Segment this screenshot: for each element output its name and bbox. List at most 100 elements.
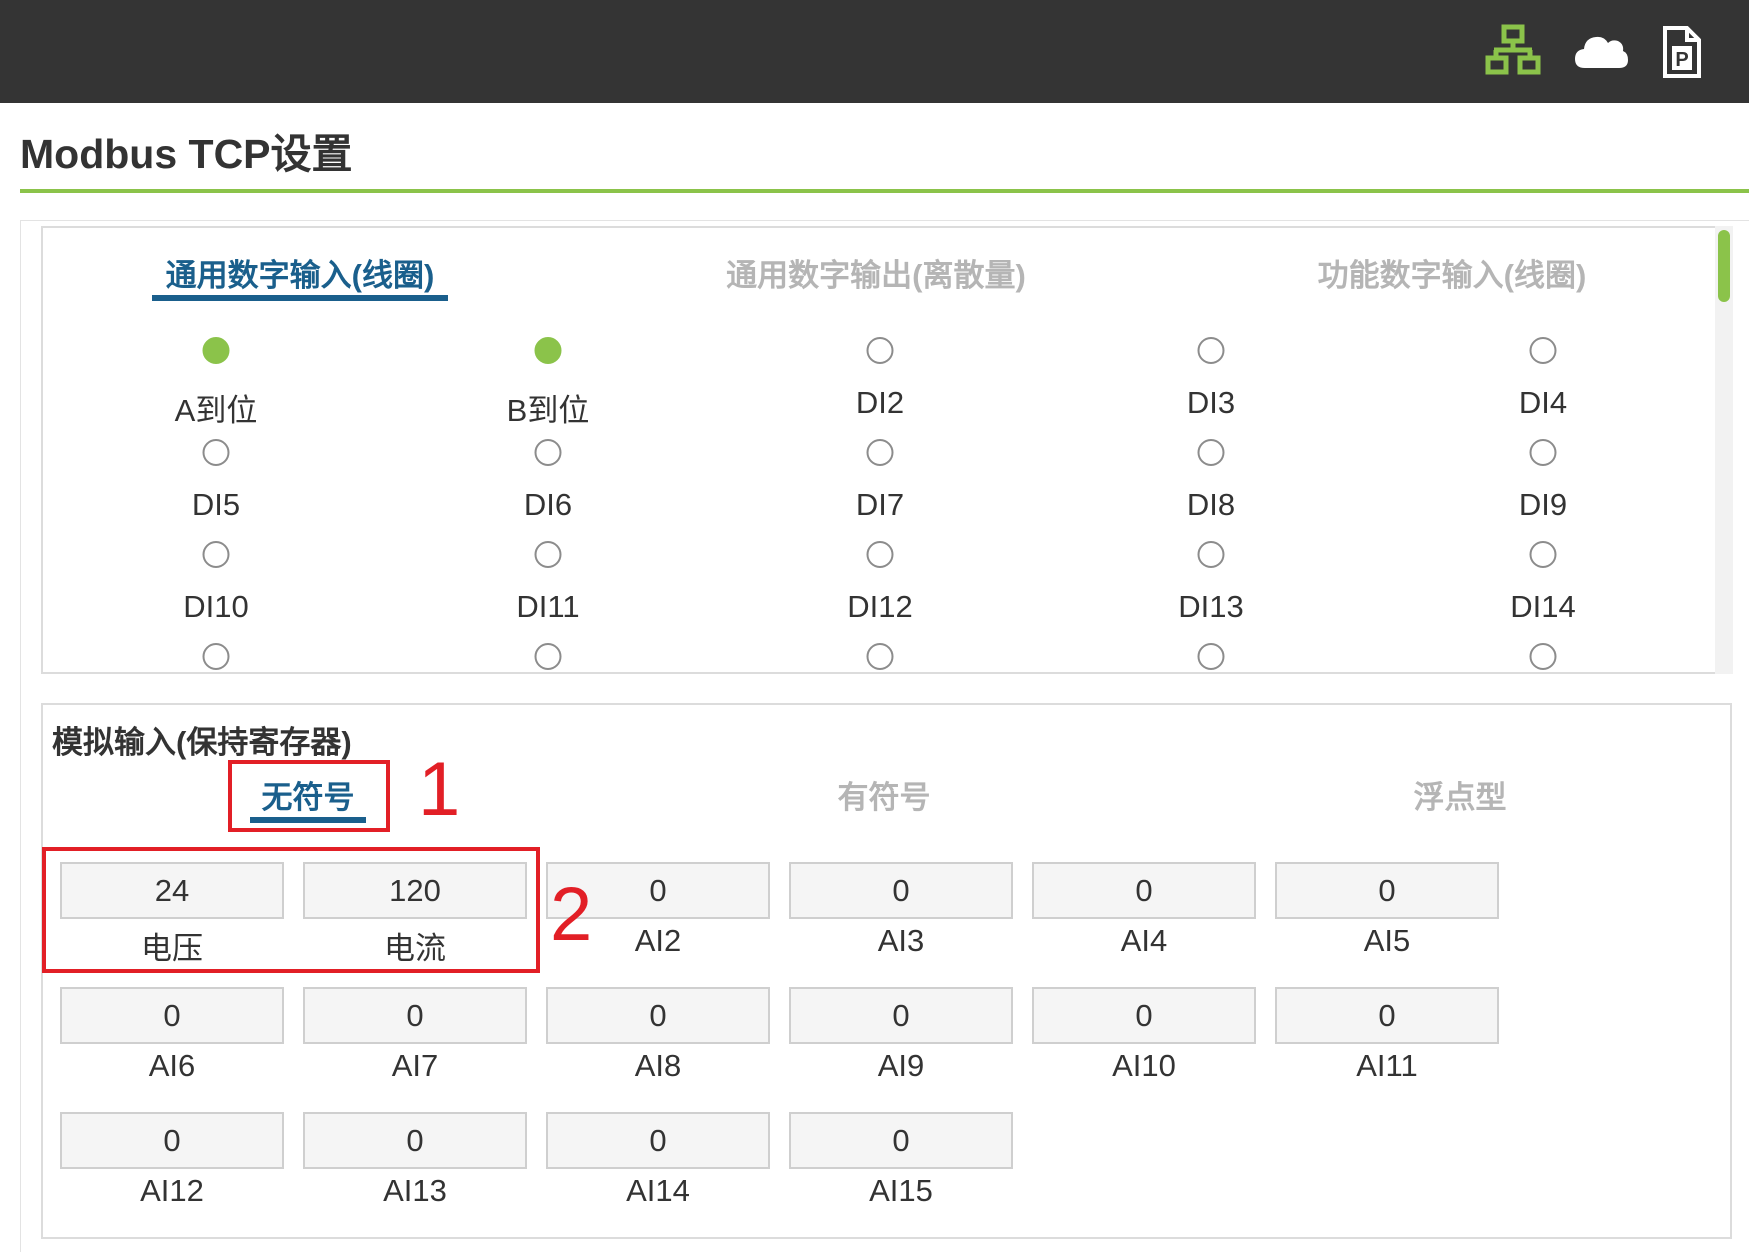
register-label: AI8 [634, 1048, 682, 1083]
radio-indicator-off[interactable] [866, 439, 894, 466]
register-value-field[interactable]: 0 [789, 987, 1013, 1044]
di-radio[interactable] [1529, 643, 1557, 675]
di-radio[interactable] [1197, 643, 1225, 675]
active-tab-underline [152, 295, 448, 301]
register-value-field[interactable]: 0 [60, 1112, 284, 1169]
radio-indicator-on[interactable] [534, 337, 562, 364]
radio-indicator-off[interactable] [1197, 337, 1225, 364]
radio-indicator-off[interactable] [1197, 643, 1225, 670]
annotation-number-1: 1 [418, 747, 461, 832]
radio-indicator-off[interactable] [534, 643, 562, 670]
di-radio[interactable] [1529, 541, 1557, 573]
radio-indicator-off[interactable] [534, 439, 562, 466]
di-label: DI10 [183, 589, 249, 624]
cloud-icon[interactable] [1573, 24, 1629, 80]
di-radio[interactable] [202, 337, 230, 369]
register-value-field[interactable]: 0 [303, 1112, 527, 1169]
di-radio[interactable] [534, 643, 562, 675]
register-label: AI4 [1120, 923, 1168, 958]
di-label: DI12 [847, 589, 913, 624]
radio-indicator-on[interactable] [202, 337, 230, 364]
radio-indicator-off[interactable] [866, 337, 894, 364]
tab-signed[interactable]: 有符号 [838, 772, 931, 817]
di-label: DI14 [1510, 589, 1576, 624]
di-label: B到位 [506, 393, 590, 428]
di-label: DI2 [855, 385, 905, 420]
radio-indicator-off[interactable] [1529, 541, 1557, 568]
tab-general-digital-input[interactable]: 通用数字输入(线圈) [166, 250, 435, 295]
radio-indicator-off[interactable] [1197, 541, 1225, 568]
di-radio[interactable] [1197, 439, 1225, 471]
annotation-box-1 [228, 760, 390, 832]
register-value-field[interactable]: 0 [1275, 987, 1499, 1044]
tab-general-digital-output[interactable]: 通用数字输出(离散量) [726, 250, 1026, 295]
network-icon[interactable] [1485, 24, 1541, 80]
di-radio[interactable] [1529, 439, 1557, 471]
radio-indicator-off[interactable] [866, 643, 894, 670]
register-label: AI6 [148, 1048, 196, 1083]
register-value-field[interactable]: 0 [1275, 862, 1499, 919]
register-value-field[interactable]: 0 [60, 987, 284, 1044]
di-radio[interactable] [866, 337, 894, 369]
top-toolbar: P [0, 0, 1749, 103]
scrollbar-thumb[interactable] [1718, 230, 1730, 302]
di-radio[interactable] [202, 643, 230, 675]
radio-indicator-off[interactable] [534, 541, 562, 568]
di-radio[interactable] [1529, 337, 1557, 369]
di-label: A到位 [174, 393, 258, 428]
radio-indicator-off[interactable] [1197, 439, 1225, 466]
di-radio[interactable] [1197, 337, 1225, 369]
di-radio[interactable] [866, 643, 894, 675]
title-divider [20, 189, 1749, 193]
register-value-field[interactable]: 0 [546, 1112, 770, 1169]
di-label: DI7 [855, 487, 905, 522]
di-label: DI9 [1518, 487, 1568, 522]
register-value-field[interactable]: 0 [789, 862, 1013, 919]
di-label: DI4 [1518, 385, 1568, 420]
di-label: DI8 [1186, 487, 1236, 522]
radio-indicator-off[interactable] [1529, 643, 1557, 670]
pdf-file-icon[interactable]: P [1653, 24, 1709, 80]
di-label: DI5 [191, 487, 241, 522]
analog-section-title: 模拟输入(保持寄存器) [52, 725, 352, 760]
page-title: Modbus TCP设置 [20, 131, 353, 177]
radio-indicator-off[interactable] [866, 541, 894, 568]
radio-indicator-off[interactable] [202, 643, 230, 670]
di-radio[interactable] [202, 439, 230, 471]
di-radio[interactable] [534, 337, 562, 369]
radio-indicator-off[interactable] [202, 541, 230, 568]
di-label: DI6 [523, 487, 573, 522]
di-label: DI3 [1186, 385, 1236, 420]
annotation-number-2: 2 [550, 872, 593, 957]
register-value-field[interactable]: 0 [1032, 862, 1256, 919]
register-label: AI10 [1112, 1048, 1176, 1083]
register-label: AI11 [1356, 1048, 1418, 1083]
tab-float[interactable]: 浮点型 [1414, 772, 1507, 817]
tab-function-digital-input[interactable]: 功能数字输入(线圈) [1318, 250, 1587, 295]
register-label: AI12 [140, 1173, 204, 1208]
annotation-box-2 [42, 847, 540, 973]
radio-indicator-off[interactable] [202, 439, 230, 466]
register-value-field[interactable]: 0 [546, 987, 770, 1044]
register-label: AI14 [626, 1173, 690, 1208]
register-label: AI3 [877, 923, 925, 958]
di-radio[interactable] [866, 439, 894, 471]
di-label: DI13 [1178, 589, 1244, 624]
di-radio[interactable] [866, 541, 894, 573]
radio-indicator-off[interactable] [1529, 337, 1557, 364]
svg-text:P: P [1675, 49, 1688, 71]
register-label: AI9 [877, 1048, 925, 1083]
di-radio[interactable] [534, 439, 562, 471]
di-label: DI11 [516, 589, 580, 624]
radio-indicator-off[interactable] [1529, 439, 1557, 466]
register-value-field[interactable]: 0 [1032, 987, 1256, 1044]
di-radio[interactable] [534, 541, 562, 573]
panel-scrollbar[interactable] [1715, 226, 1733, 674]
register-value-field[interactable]: 0 [303, 987, 527, 1044]
di-radio[interactable] [1197, 541, 1225, 573]
di-radio[interactable] [202, 541, 230, 573]
register-value-field[interactable]: 0 [789, 1112, 1013, 1169]
register-label: AI7 [391, 1048, 439, 1083]
register-label: AI13 [383, 1173, 447, 1208]
register-label: AI15 [869, 1173, 933, 1208]
